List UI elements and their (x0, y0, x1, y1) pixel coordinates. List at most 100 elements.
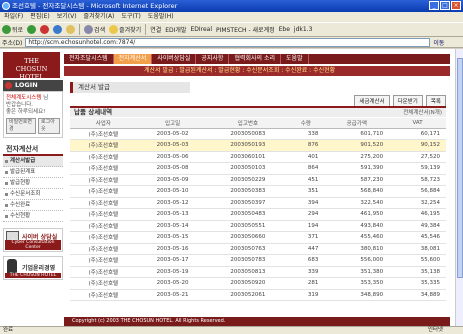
table-row[interactable]: (주)조선호텔 2003-05-08 2003050103 864 591,390 59,… (70, 162, 446, 175)
table-row[interactable]: (주)조선호텔 2003-05-17 2003050783 683 556,000 55,… (70, 254, 446, 267)
cell-amount: 461,950 (324, 208, 390, 221)
table-row[interactable]: (주)조선호텔 2003-05-06 2003060101 401 275,200 27,… (70, 151, 446, 163)
nav-notice[interactable]: 공지사항 (196, 54, 230, 64)
maximize-icon[interactable]: □ (440, 1, 450, 10)
table-row[interactable]: (주)조선호텔 2003-05-02 2003050083 338 601,710 60,… (70, 128, 446, 140)
link-ebe[interactable]: Ebe (279, 26, 290, 33)
hotel-logo[interactable]: THE CHOSUN HOTEL (3, 52, 60, 81)
table-row[interactable]: (주)조선호텔 2003-05-12 2003050397 394 322,540 32,… (70, 197, 446, 209)
sidebar-item-issue[interactable]: 계산서발급 (3, 156, 63, 167)
refresh-icon[interactable] (53, 25, 63, 34)
cell-receipt-no: 2003050229 (208, 174, 288, 186)
sidebar-item-received-done[interactable]: 수신완료 (3, 200, 63, 211)
cell-business: (주)조선호텔 (70, 208, 137, 221)
status-bar: 완료 인터넷 (0, 326, 463, 334)
sidebar-item-received-status[interactable]: 수신현황 (3, 211, 63, 222)
back-button[interactable]: 뒤로 (2, 25, 23, 34)
sidebar-item-received-search[interactable]: 수신문서조회 (3, 189, 63, 200)
nav-procurement[interactable]: 전자조달시스템 (64, 54, 114, 64)
window-controls: _ □ × (429, 1, 461, 10)
cell-qty: 281 (287, 277, 325, 290)
home-icon[interactable] (66, 25, 76, 34)
menu-file[interactable]: 파일(F) (4, 12, 23, 22)
greeting-line: 좋은 하루되세요! (6, 109, 46, 115)
ethics-banner[interactable]: 기업윤리경영 THE CHOSUN HOTEL (3, 256, 63, 280)
cell-business: (주)조선호텔 (70, 174, 137, 186)
login-heading: LOGIN (3, 80, 63, 91)
cell-date: 2003-05-10 (136, 185, 209, 198)
cell-business: (주)조선호텔 (70, 254, 137, 267)
page-title: 계산서 발급 (70, 82, 190, 93)
link-jdk[interactable]: jdk1.3 (294, 26, 313, 33)
cell-business: (주)조선호텔 (70, 185, 137, 198)
cyber-consult-banner[interactable]: 사이버 상담실 Cyber Consultation Center (3, 228, 63, 252)
menu-tools[interactable]: 도구(T) (121, 12, 140, 22)
cell-amount: 591,390 (324, 162, 390, 175)
cell-receipt-no: 2003050483 (208, 208, 288, 221)
menu-view[interactable]: 보기(V) (57, 12, 77, 22)
sidebar-item-issued[interactable]: 발급된계표 (3, 167, 63, 178)
table-row[interactable]: (주)조선호텔 2003-05-03 2003050193 876 901,520 90,… (70, 139, 446, 152)
sub-navigation[interactable]: 계산서 발급 : 발급된계산서 : 발급현황 : 수신문서조회 : 수신완료 :… (64, 66, 450, 76)
change-password-button[interactable]: 비밀번호변경 (6, 118, 36, 134)
table-row[interactable]: (주)조선호텔 2003-05-19 2003050813 339 351,380 35,… (70, 266, 446, 278)
table-row[interactable]: (주)조선호텔 2003-05-13 2003050483 294 461,950 46,… (70, 208, 446, 221)
table-row[interactable]: (주)조선호텔 2003-05-20 2003050920 281 353,350 35,… (70, 277, 446, 290)
table-row[interactable]: (주)조선호텔 2003-05-16 2003050763 447 380,810 38,… (70, 243, 446, 255)
nav-e-invoice[interactable]: 전자계산서 (113, 54, 153, 64)
scrollbar-thumb[interactable] (457, 58, 463, 278)
table-row[interactable]: (주)조선호텔 2003-05-15 2003050660 371 455,460 45,… (70, 231, 446, 244)
toolbar: 뒤로 검색 즐겨찾기 연결 EDI개발 EDIreal PIMSTECH - 새… (0, 22, 463, 37)
table-row[interactable]: (주)조선호텔 2003-05-21 2003052061 319 348,890 34,… (70, 289, 446, 301)
nav-partner-voice[interactable]: 협력회사의 소리 (229, 54, 282, 64)
cell-date: 2003-05-08 (136, 162, 209, 175)
link-pimstech[interactable]: PIMSTECH - 새로계정 (216, 25, 275, 34)
close-icon[interactable]: × (451, 1, 461, 10)
search-button[interactable]: 검색 (84, 25, 105, 34)
forward-arrow-icon[interactable] (27, 25, 37, 34)
cell-business: (주)조선호텔 (70, 266, 137, 278)
cell-business: (주)조선호텔 (70, 231, 137, 244)
cell-amount: 556,000 (324, 254, 390, 267)
logout-button[interactable]: 로그아웃 (38, 118, 60, 134)
table-row[interactable]: (주)조선호텔 2003-05-10 2003050383 351 568,840 56,… (70, 185, 446, 198)
toolbar-separator (145, 24, 147, 35)
stop-icon[interactable] (40, 25, 50, 34)
favorites-button[interactable]: 즐겨찾기 (109, 25, 141, 34)
cell-qty: 294 (287, 208, 325, 221)
link-edi-real[interactable]: EDIreal (190, 26, 212, 33)
cell-amount: 901,520 (324, 139, 390, 152)
cell-qty: 876 (287, 139, 325, 152)
sidebar-item-status[interactable]: 발급현황 (3, 178, 63, 189)
address-input[interactable]: http://scm.echosunhotel.com:7874/ (25, 37, 431, 47)
cell-business: (주)조선호텔 (70, 220, 137, 232)
page-viewport: THE CHOSUN HOTEL 전자조달시스템 전자계산서 사이버상담실 공지… (0, 49, 463, 326)
star-icon (109, 25, 119, 34)
cell-amount: 455,460 (324, 231, 390, 244)
table-row[interactable]: (주)조선호텔 2003-05-09 2003050229 451 587,230 58,… (70, 174, 446, 186)
menu-edit[interactable]: 편집(E) (30, 12, 50, 22)
cell-vat: 27,520 (389, 151, 446, 163)
cell-vat: 60,171 (389, 128, 446, 140)
col-amount: 공급가액 (324, 118, 390, 129)
cell-receipt-no: 2003050397 (208, 197, 288, 209)
menu-help[interactable]: 도움말(H) (148, 12, 174, 22)
nav-cyber-consult[interactable]: 사이버상담실 (152, 54, 197, 64)
link-edi-dev[interactable]: EDI개발 (165, 25, 186, 34)
minimize-icon[interactable]: _ (429, 1, 439, 10)
cell-receipt-no: 2003060101 (208, 151, 288, 163)
cell-qty: 447 (287, 243, 325, 255)
cell-business: (주)조선호텔 (70, 162, 137, 175)
greeting-line: 반갑습니다. (6, 102, 34, 108)
cell-business: (주)조선호텔 (70, 243, 137, 255)
table-header-row: 사업자 입고일 입고번호 수량 공급가액 VAT (70, 118, 446, 129)
vertical-scrollbar[interactable] (455, 49, 463, 326)
cell-business: (주)조선호텔 (70, 277, 137, 290)
go-button[interactable]: 이동 (433, 38, 444, 47)
cell-qty: 351 (287, 185, 325, 198)
cell-date: 2003-05-21 (136, 289, 209, 301)
table-row[interactable]: (주)조선호텔 2003-05-14 2003050551 194 493,840 49,… (70, 220, 446, 232)
menu-favorites[interactable]: 즐겨찾기(A) (84, 12, 115, 22)
cell-amount: 380,810 (324, 243, 390, 255)
nav-help[interactable]: 도움말 (281, 54, 309, 64)
